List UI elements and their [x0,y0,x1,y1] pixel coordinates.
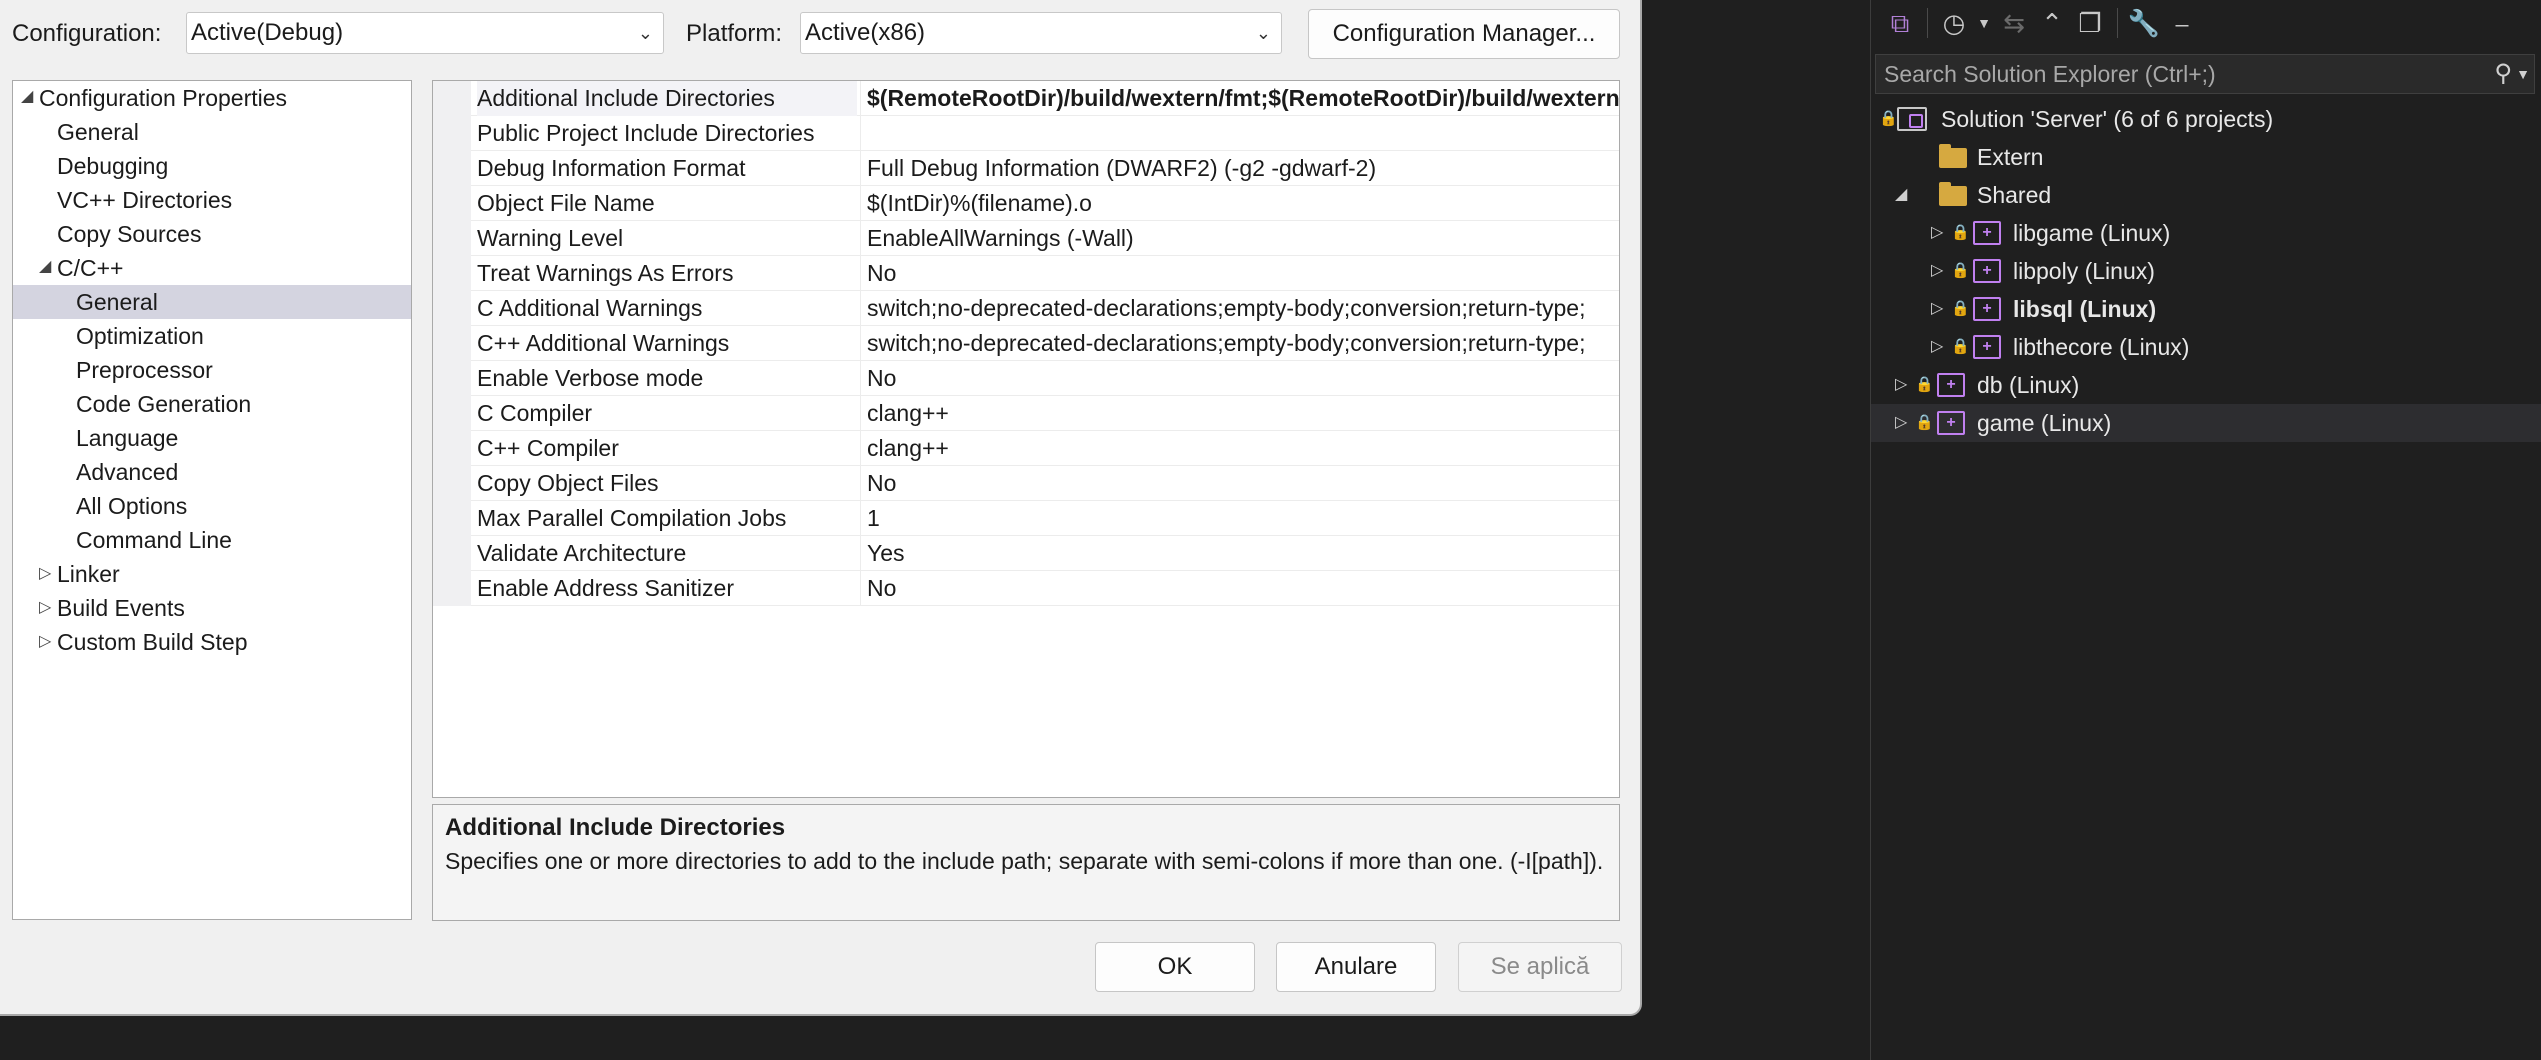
solution-node[interactable]: 🔒 Solution 'Server' (6 of 6 projects) [1871,100,2541,138]
project-node-libsql[interactable]: ▷ 🔒 + libsql (Linux) [1871,290,2541,328]
collapsed-arrow-icon[interactable]: ▷ [1931,214,1943,252]
project-icon: + [1937,411,1965,435]
property-row[interactable]: Additional Include Directories $(RemoteRo… [433,81,1619,116]
project-node-db[interactable]: ▷ 🔒 + db (Linux) [1871,366,2541,404]
property-row[interactable]: Validate Architecture Yes [433,536,1619,571]
collapsed-arrow-icon: ▷ [39,599,52,616]
configuration-label: Configuration: [12,20,162,47]
property-row[interactable]: C Compiler clang++ [433,396,1619,431]
folder-node-shared[interactable]: ◢ Shared [1871,176,2541,214]
property-pages-dialog: Configuration: Active(Debug) ⌄ Platform:… [0,0,1642,1016]
folder-icon [1939,182,1967,206]
tree-node-optimization[interactable]: Optimization [13,319,411,353]
sync-with-active-document-icon[interactable]: ⇆ [1995,4,2033,42]
platform-dropdown[interactable]: Active(x86) ⌄ [800,12,1282,54]
collapsed-arrow-icon: ▷ [39,565,52,582]
lock-icon: 🔒 [1951,262,1970,279]
property-row[interactable]: Object File Name $(IntDir)%(filename).o [433,186,1619,221]
chevron-down-icon: ⌄ [637,23,653,43]
property-row[interactable]: Enable Address Sanitizer No [433,571,1619,606]
folder-node-extern[interactable]: Extern [1871,138,2541,176]
search-solution-explorer-input[interactable]: Search Solution Explorer (Ctrl+;) ⚲ ▼ [1875,54,2535,94]
property-row[interactable]: C Additional Warnings switch;no-deprecate… [433,291,1619,326]
description-title: Additional Include Directories [445,814,786,841]
expanded-arrow-icon[interactable]: ◢ [1895,176,1907,214]
tree-node-command-line[interactable]: Command Line [13,523,411,557]
tree-node-cpp-general[interactable]: General [13,285,411,319]
property-row[interactable]: C++ Additional Warnings switch;no-depreca… [433,326,1619,361]
preview-selected-items-icon[interactable]: ⎯ [2163,4,2201,42]
project-node-libpoly[interactable]: ▷ 🔒 + libpoly (Linux) [1871,252,2541,290]
collapsed-arrow-icon[interactable]: ▷ [1931,252,1943,290]
project-node-game[interactable]: ▷ 🔒 + game (Linux) [1871,404,2541,442]
lock-icon: 🔒 [1915,376,1934,393]
tree-node-build-events[interactable]: ▷ Build Events [13,591,411,625]
collapsed-arrow-icon[interactable]: ▷ [1895,366,1907,404]
search-icon[interactable]: ⚲ [2494,55,2512,93]
property-row[interactable]: Enable Verbose mode No [433,361,1619,396]
tree-node-all-options[interactable]: All Options [13,489,411,523]
lock-icon: 🔒 [1879,110,1898,127]
project-node-libthecore[interactable]: ▷ 🔒 + libthecore (Linux) [1871,328,2541,366]
property-row[interactable]: Debug Information Format Full Debug Infor… [433,151,1619,186]
configuration-manager-button[interactable]: Configuration Manager... [1308,9,1620,59]
project-icon: + [1973,297,2001,321]
project-icon: + [1937,373,1965,397]
tree-node-advanced[interactable]: Advanced [13,455,411,489]
property-row[interactable]: C++ Compiler clang++ [433,431,1619,466]
apply-button[interactable]: Se aplică [1458,942,1622,992]
tree-node-language[interactable]: Language [13,421,411,455]
tree-node-debugging[interactable]: Debugging [13,149,411,183]
lock-icon: 🔒 [1951,338,1970,355]
lock-icon: 🔒 [1915,414,1934,431]
chevron-down-icon: ⌄ [1255,23,1271,43]
ok-button[interactable]: OK [1095,942,1255,992]
collapse-all-icon[interactable]: ⌃ [2033,4,2071,42]
project-icon: + [1973,259,2001,283]
tree-node-c-cpp[interactable]: ◢ C/C++ [13,251,411,285]
property-row[interactable]: Public Project Include Directories [433,116,1619,151]
collapsed-arrow-icon: ▷ [39,633,52,650]
tree-node-code-generation[interactable]: Code Generation [13,387,411,421]
property-row[interactable]: Warning Level EnableAllWarnings (-Wall) [433,221,1619,256]
tree-node-general[interactable]: General [13,115,411,149]
platform-label: Platform: [686,20,783,47]
property-row[interactable]: Copy Object Files No [433,466,1619,501]
property-tree: ◢ Configuration Properties General Debug… [12,80,412,920]
folder-icon [1939,144,1967,168]
expanded-arrow-icon: ◢ [39,258,52,275]
configuration-dropdown[interactable]: Active(Debug) ⌄ [186,12,664,54]
configuration-value: Active(Debug) [191,19,344,46]
tree-node-copy-sources[interactable]: Copy Sources [13,217,411,251]
properties-wrench-icon[interactable]: 🔧 [2125,4,2163,42]
solution-explorer: ⧉ ◷ ▼ ⇆ ⌃ ❐ 🔧 ⎯ Search Solution Explorer… [1870,0,2541,1060]
tree-node-linker[interactable]: ▷ Linker [13,557,411,591]
collapsed-arrow-icon[interactable]: ▷ [1931,328,1943,366]
cancel-button[interactable]: Anulare [1276,942,1436,992]
tree-node-configuration-properties[interactable]: ◢ Configuration Properties [13,81,411,115]
tree-node-preprocessor[interactable]: Preprocessor [13,353,411,387]
collapsed-arrow-icon[interactable]: ▷ [1895,404,1907,442]
project-icon: + [1973,335,2001,359]
show-all-files-icon[interactable]: ❐ [2071,4,2109,42]
switch-views-icon[interactable]: ⧉ [1881,4,1919,42]
solution-explorer-toolbar: ⧉ ◷ ▼ ⇆ ⌃ ❐ 🔧 ⎯ [1871,0,2541,46]
lock-icon: 🔒 [1951,300,1970,317]
expanded-arrow-icon: ◢ [21,88,34,105]
description-panel: Additional Include Directories Specifies… [432,804,1620,921]
property-row[interactable]: Max Parallel Compilation Jobs 1 [433,501,1619,536]
property-grid: Additional Include Directories $(RemoteRo… [432,80,1620,798]
tree-node-vc-directories[interactable]: VC++ Directories [13,183,411,217]
lock-icon: 🔒 [1951,224,1970,241]
collapsed-arrow-icon[interactable]: ▷ [1931,290,1943,328]
tree-node-custom-build-step[interactable]: ▷ Custom Build Step [13,625,411,659]
property-row[interactable]: Treat Warnings As Errors No [433,256,1619,291]
project-node-libgame[interactable]: ▷ 🔒 + libgame (Linux) [1871,214,2541,252]
chevron-down-icon[interactable]: ▼ [2516,55,2530,93]
project-icon: + [1973,221,2001,245]
solution-icon [1897,107,1927,131]
platform-value: Active(x86) [805,19,926,46]
description-text: Specifies one or more directories to add… [445,848,1604,874]
